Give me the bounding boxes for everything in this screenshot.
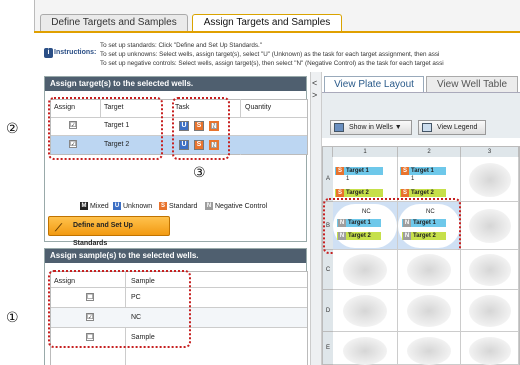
row-header-c: C: [323, 250, 333, 290]
annotation-box-samples: [48, 270, 191, 348]
legend-negative: Negative Control: [215, 203, 268, 210]
annotation-number-2: ②: [6, 121, 19, 137]
standard-icon: S: [336, 167, 344, 175]
annotation-box-targets: [48, 97, 163, 160]
standard-icon: S: [336, 189, 344, 197]
define-standards-button[interactable]: ⟋ Define and Set Up Standards: [48, 216, 170, 247]
empty-well-blur: [469, 254, 511, 286]
negative-icon: N: [205, 202, 213, 210]
tab-assign-targets[interactable]: Assign Targets and Samples: [192, 14, 342, 31]
empty-well-blur: [343, 337, 387, 365]
col-header-quantity: Quantity: [245, 104, 272, 111]
show-in-wells-button[interactable]: Show in Wells ▼: [330, 120, 412, 135]
well-a2[interactable]: S Target 1 1 S Target 2: [398, 157, 461, 202]
row-header-d: D: [323, 290, 333, 332]
empty-well-blur: [343, 254, 387, 286]
standard-icon: S: [159, 202, 167, 210]
plate-corner: [323, 147, 333, 157]
col-header-1: 1: [333, 147, 398, 157]
col-header-2: 2: [398, 147, 461, 157]
row-header-e: E: [323, 332, 333, 365]
well-c1[interactable]: [333, 250, 398, 290]
legend-icon: [422, 123, 432, 132]
well-a1[interactable]: S Target 1 1 S Target 2: [333, 157, 398, 202]
collapse-right-icon[interactable]: >: [312, 90, 317, 100]
assign-targets-title: Assign target(s) to the selected wells.: [45, 77, 306, 91]
standard-icon: S: [401, 167, 409, 175]
well-e2[interactable]: [398, 332, 461, 365]
assign-samples-title: Assign sample(s) to the selected wells.: [45, 249, 306, 263]
well-d1[interactable]: [333, 290, 398, 332]
well-a3[interactable]: [461, 157, 519, 202]
well-a2-target2: S Target 2: [400, 189, 446, 197]
instruction-line-unknowns: To set up unknowns: Select wells, assign…: [100, 51, 440, 58]
tab-view-well-table[interactable]: View Well Table: [426, 76, 518, 92]
well-a2-quantity: 1: [411, 176, 415, 182]
view-legend-label: View Legend: [437, 124, 478, 131]
annotation-box-wells: [323, 198, 461, 254]
standard-icon: S: [401, 189, 409, 197]
empty-well-blur: [343, 295, 387, 327]
show-in-wells-label: Show in Wells ▼: [349, 124, 402, 131]
legend-unknown: Unknown: [123, 203, 153, 210]
well-a2-target1: S Target 1: [400, 167, 446, 175]
well-a1-quantity: 1: [346, 176, 350, 182]
tab-define-targets[interactable]: Define Targets and Samples: [40, 14, 188, 31]
empty-well-blur: [407, 295, 451, 327]
empty-well-blur: [469, 337, 511, 365]
well-e3[interactable]: [461, 332, 519, 365]
empty-well-blur: [407, 254, 451, 286]
view-legend-button[interactable]: View Legend: [418, 120, 486, 135]
empty-well-blur: [469, 163, 511, 197]
plate-toolbar: Show in Wells ▼ View Legend: [322, 92, 520, 138]
well-d3[interactable]: [461, 290, 519, 332]
col-header-3: 3: [461, 147, 519, 157]
empty-well-blur: [407, 337, 451, 365]
app-window: ② ① Define Targets and Samples Assign Ta…: [0, 0, 520, 365]
well-e1[interactable]: [333, 332, 398, 365]
row-header-a: A: [323, 157, 333, 202]
wand-icon: ⟋: [55, 223, 62, 234]
panel-splitter[interactable]: [310, 72, 322, 365]
annotation-box-task: [172, 97, 230, 160]
well-a1-target2: S Target 2: [335, 189, 383, 197]
unknown-icon: U: [113, 202, 121, 210]
well-a1-target1: S Target 1: [335, 167, 383, 175]
well-c2[interactable]: [398, 250, 461, 290]
annotation-number-3: ③: [193, 165, 206, 181]
annotation-number-1: ①: [6, 310, 19, 326]
legend-mixed: Mixed: [90, 203, 109, 210]
instruction-line-standards: To set up standards: Click "Define and S…: [100, 42, 262, 49]
empty-well-blur: [469, 209, 511, 243]
instruction-line-negative: To set up negative controls: Select well…: [100, 60, 444, 67]
legend-standard: Standard: [169, 203, 198, 210]
wells-icon: [334, 123, 344, 132]
well-c3[interactable]: [461, 250, 519, 290]
info-icon: i: [44, 48, 53, 58]
mixed-icon: M: [80, 202, 88, 210]
instructions-label: Instructions:: [54, 49, 97, 56]
well-b3[interactable]: [461, 202, 519, 250]
empty-well-blur: [469, 295, 511, 327]
tab-view-plate-layout[interactable]: View Plate Layout: [324, 76, 424, 92]
well-d2[interactable]: [398, 290, 461, 332]
collapse-left-icon[interactable]: <: [312, 78, 317, 88]
